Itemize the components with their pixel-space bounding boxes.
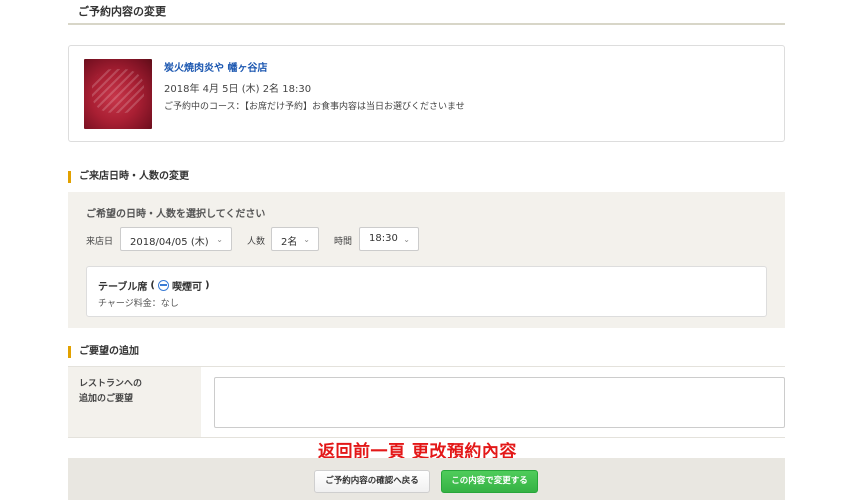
date-prompt: ご希望の日時・人数を選択してください xyxy=(86,209,266,220)
reservation-datetime: 2018年 4月 5日 (木) 2名 18:30 xyxy=(164,84,312,95)
request-section-heading: ご要望の追加 xyxy=(68,346,139,358)
chevron-down-icon: ⌄ xyxy=(216,235,223,244)
seat-name: テーブル席 xyxy=(98,282,148,293)
chevron-down-icon: ⌄ xyxy=(303,235,310,244)
submit-change-button[interactable]: この内容で変更する xyxy=(441,470,538,493)
time-select-value: 18:30 xyxy=(369,233,398,244)
chevron-down-icon: ⌄ xyxy=(403,235,410,244)
people-select[interactable]: 2名 ⌄ xyxy=(271,227,319,251)
time-select[interactable]: 18:30 ⌄ xyxy=(359,227,419,251)
back-to-confirm-button[interactable]: ご予約内容の確認へ戻る xyxy=(314,470,430,493)
restaurant-name-link[interactable]: 炭火焼肉炎や 幡ヶ谷店 xyxy=(164,59,267,74)
date-select[interactable]: 2018/04/05 (木) ⌄ xyxy=(120,227,232,251)
footer-bar: ご予約内容の確認へ戻る この内容で変更する xyxy=(68,458,785,500)
seat-info-box: テーブル席 ( 喫煙可 ) チャージ料金：なし xyxy=(86,266,767,317)
date-section-heading: ご来店日時・人数の変更 xyxy=(68,171,189,183)
open-paren: ( xyxy=(150,280,155,291)
reservation-course: ご予約中のコース：【お席だけ予約】お食事内容は当日お選びくださいませ xyxy=(164,102,465,112)
request-label-cell: レストランへの 追加のご要望 xyxy=(68,367,201,437)
date-change-panel: ご希望の日時・人数を選択してください 来店日 2018/04/05 (木) ⌄ … xyxy=(68,192,785,328)
date-select-value: 2018/04/05 (木) xyxy=(130,237,209,248)
request-table: レストランへの 追加のご要望 xyxy=(68,366,785,438)
seat-charge: チャージ料金：なし xyxy=(98,299,179,309)
title-divider xyxy=(68,23,785,25)
close-paren: ) xyxy=(204,280,210,291)
people-label: 人数 xyxy=(247,237,266,247)
time-label: 時間 xyxy=(334,237,353,247)
restaurant-photo xyxy=(84,59,152,129)
people-select-value: 2名 xyxy=(281,237,298,248)
smoking-status: 喫煙可 xyxy=(171,282,202,293)
seat-type: テーブル席 ( 喫煙可 ) xyxy=(98,278,210,293)
request-textarea[interactable] xyxy=(214,377,785,428)
request-label: レストランへの 追加のご要望 xyxy=(79,379,143,404)
date-label: 来店日 xyxy=(86,237,114,247)
smoking-icon xyxy=(157,280,169,291)
page-title: ご予約内容の変更 xyxy=(78,5,166,18)
reservation-card: 炭火焼肉炎や 幡ヶ谷店 2018年 4月 5日 (木) 2名 18:30 ご予約… xyxy=(68,45,785,142)
